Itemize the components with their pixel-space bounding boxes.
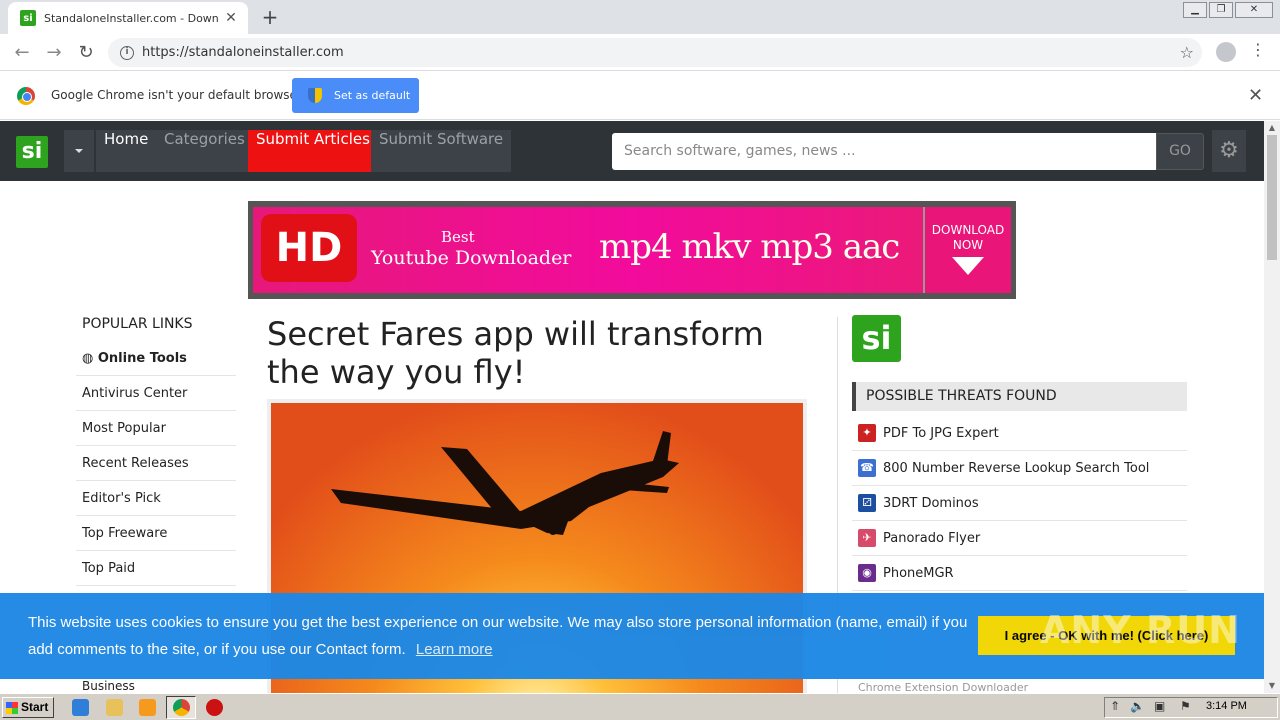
threat-item[interactable]: ✈ Panorado Flyer: [852, 521, 1187, 556]
address-bar[interactable]: i https://standaloneinstaller.com ☆: [108, 38, 1202, 67]
scroll-thumb[interactable]: [1267, 135, 1277, 260]
phonemgr-icon: ◉: [858, 564, 876, 582]
threat-item[interactable]: ⚂ 3DRT Dominos: [852, 486, 1187, 521]
threats-list: ✦ PDF To JPG Expert ☎ 800 Number Reverse L…: [852, 416, 1187, 591]
chrome-icon: [173, 699, 190, 716]
tab-title: StandaloneInstaller.com - Download: [44, 11, 218, 25]
site-favicon-icon: si: [20, 10, 36, 26]
ie-icon[interactable]: [72, 699, 89, 716]
new-tab-button[interactable]: +: [258, 6, 282, 28]
flag-icon[interactable]: ⚑: [1180, 699, 1191, 713]
windows-taskbar: Start: [0, 693, 1280, 720]
link-online-tools[interactable]: ◍ Online Tools: [76, 341, 236, 376]
site-navbar: si Home Categories Submit Articles Submi…: [0, 121, 1264, 181]
popular-links-list: ◍ Online Tools Antivirus Center Most Pop…: [76, 341, 236, 586]
threat-item[interactable]: ◉ PhoneMGR: [852, 556, 1187, 591]
chrome-menu-icon[interactable]: ⋮: [1250, 40, 1266, 59]
chrome-taskbar-button[interactable]: [166, 696, 196, 719]
back-button[interactable]: ←: [10, 41, 34, 65]
banner-formats: mp4 mkv mp3 aac: [599, 227, 900, 267]
threats-logo: si: [852, 315, 901, 362]
banner-hd-badge: HD: [261, 214, 357, 282]
link-top-paid[interactable]: Top Paid: [76, 551, 236, 586]
gear-icon[interactable]: ⚙: [1212, 130, 1246, 172]
pdf-icon: ✦: [858, 424, 876, 442]
nav-home[interactable]: Home: [96, 130, 157, 172]
url-text: https://standaloneinstaller.com: [142, 45, 344, 60]
taskbar-clock[interactable]: 3:14 PM: [1206, 700, 1247, 712]
set-as-default-label: Set as default: [334, 89, 411, 102]
bookmark-star-icon[interactable]: ☆: [1180, 43, 1194, 62]
infobar-message: Google Chrome isn't your default browser: [51, 88, 302, 102]
search-go-button[interactable]: GO: [1156, 133, 1204, 170]
link-most-popular[interactable]: Most Popular: [76, 411, 236, 446]
forward-button[interactable]: →: [42, 41, 66, 65]
threat-item-partial[interactable]: Chrome Extension Downloader: [858, 681, 1028, 693]
default-browser-infobar: Google Chrome isn't your default browser…: [0, 72, 1280, 120]
nav-submit-software[interactable]: Submit Software: [371, 130, 512, 172]
tab-strip: si StandaloneInstaller.com - Download ✕ …: [0, 0, 1280, 34]
uac-shield-icon: [308, 88, 322, 103]
threat-item[interactable]: ☎ 800 Number Reverse Lookup Search Tool: [852, 451, 1187, 486]
link-top-freeware[interactable]: Top Freeware: [76, 516, 236, 551]
globe-icon: ◍: [82, 351, 98, 366]
phone-icon: ☎: [858, 459, 876, 477]
banner-cta-line1: DOWNLOAD: [931, 223, 1005, 237]
info-icon[interactable]: i: [120, 45, 134, 60]
volume-icon[interactable]: 🔈: [1130, 699, 1145, 713]
browser-toolbar: ← → ↻ i https://standaloneinstaller.com …: [0, 34, 1280, 71]
profile-avatar-icon[interactable]: [1216, 42, 1236, 62]
threat-item[interactable]: ✦ PDF To JPG Expert: [852, 416, 1187, 451]
ad-banner[interactable]: HD Best Youtube Downloader mp4 mkv mp3 a…: [248, 201, 1016, 299]
tray-expand-icon[interactable]: ⇑: [1110, 699, 1120, 713]
site-logo[interactable]: si: [16, 136, 48, 168]
network-icon[interactable]: ▣: [1154, 699, 1165, 713]
set-as-default-button[interactable]: Set as default: [292, 78, 419, 113]
explorer-folder-icon[interactable]: [106, 699, 123, 716]
banner-download-button[interactable]: DOWNLOAD NOW: [923, 207, 1011, 293]
plane-icon: ✈: [858, 529, 876, 547]
chevron-down-icon: [952, 257, 984, 275]
anyrun-watermark: ANY RUN: [1040, 608, 1241, 652]
browser-tab[interactable]: si StandaloneInstaller.com - Download ✕: [8, 2, 248, 34]
window-close-button[interactable]: ✕: [1235, 2, 1273, 18]
start-button[interactable]: Start: [2, 697, 54, 718]
site-search-input[interactable]: Search software, games, news ...: [612, 133, 1156, 170]
article-title[interactable]: Secret Fares app will transform the way …: [267, 315, 812, 391]
nav-submit-articles[interactable]: Submit Articles: [248, 130, 378, 172]
dominos-icon: ⚂: [858, 494, 876, 512]
link-antivirus-center[interactable]: Antivirus Center: [76, 376, 236, 411]
antivirus-icon[interactable]: [206, 699, 223, 716]
minimize-button[interactable]: ▁: [1183, 2, 1207, 18]
scroll-up-arrow[interactable]: ▲: [1264, 121, 1280, 135]
banner-cta-line2: NOW: [952, 238, 984, 252]
banner-title: Youtube Downloader: [371, 247, 572, 269]
link-editors-pick[interactable]: Editor's Pick: [76, 481, 236, 516]
nav-dropdown-toggle[interactable]: [64, 130, 94, 172]
restore-button[interactable]: ❐: [1209, 2, 1233, 18]
nav-categories[interactable]: Categories: [156, 130, 253, 172]
scroll-down-arrow[interactable]: ▼: [1264, 679, 1280, 693]
threats-heading: POSSIBLE THREATS FOUND: [852, 382, 1187, 411]
tab-close-icon[interactable]: ✕: [224, 11, 238, 25]
link-recent-releases[interactable]: Recent Releases: [76, 446, 236, 481]
banner-best: Best: [441, 228, 475, 246]
chrome-logo-icon: [17, 87, 35, 105]
infobar-close-icon[interactable]: ✕: [1248, 85, 1263, 106]
cookie-message: This website uses cookies to ensure you …: [28, 614, 968, 658]
media-player-icon[interactable]: [139, 699, 156, 716]
popular-links-title: POPULAR LINKS: [82, 316, 193, 332]
reload-button[interactable]: ↻: [74, 41, 98, 65]
page-scrollbar[interactable]: ▲ ▼: [1264, 121, 1280, 693]
learn-more-link[interactable]: Learn more: [416, 641, 493, 658]
link-business[interactable]: Business: [82, 679, 135, 693]
